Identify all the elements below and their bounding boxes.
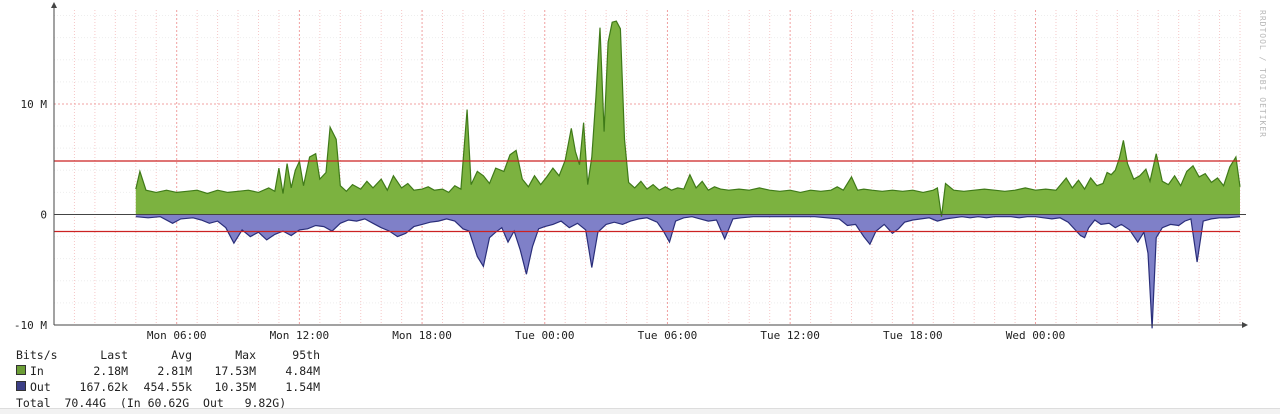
watermark-text: RRDTOOL / TOBI OETIKER xyxy=(1258,10,1267,138)
x-tick-label: Tue 06:00 xyxy=(638,329,698,342)
y-tick-label: 0 xyxy=(40,208,47,221)
in-max-value: 17.53M xyxy=(214,364,256,378)
x-tick-label: Tue 12:00 xyxy=(760,329,820,342)
out-avg-value: 454.55k xyxy=(143,380,192,394)
col-avg-header: Avg xyxy=(171,348,192,362)
legend-in-swatch xyxy=(16,365,26,375)
x-tick-label: Mon 12:00 xyxy=(270,329,330,342)
col-max-header: Max xyxy=(235,348,256,362)
x-tick-label: Wed 00:00 xyxy=(1006,329,1066,342)
col-last-header: Last xyxy=(100,348,128,362)
y-tick-label: 10 M xyxy=(21,98,48,111)
in-last-value: 2.18M xyxy=(93,364,128,378)
y-axis-arrow xyxy=(51,2,57,8)
bottom-border xyxy=(0,408,1280,414)
legend-row-in: In 2.18M 2.81M 17.53M 4.84M xyxy=(16,363,320,379)
y-tick-label: -10 M xyxy=(14,319,47,332)
legend-row-out: Out 167.62k 454.55k 10.35M 1.54M xyxy=(16,379,320,395)
in-95th-value: 4.84M xyxy=(285,364,320,378)
out-last-value: 167.62k xyxy=(79,380,128,394)
legend-out-swatch xyxy=(16,381,26,391)
in-avg-value: 2.81M xyxy=(157,364,192,378)
legend: Bits/s Last Avg Max 95th In 2.18M 2.81M … xyxy=(16,347,320,411)
legend-in-name-cell: In xyxy=(16,363,64,379)
x-tick-label: Mon 18:00 xyxy=(392,329,452,342)
legend-out-name: Out xyxy=(30,380,51,394)
x-tick-label: Mon 06:00 xyxy=(147,329,207,342)
unit-label: Bits/s xyxy=(16,348,58,362)
x-axis-arrow xyxy=(1242,322,1248,328)
series-out-line xyxy=(135,216,1241,329)
traffic-chart: 10 M 0 -10 M Mon 06:00 Mon 12:00 Mon 18:00 Tue… xyxy=(14,2,1248,342)
out-max-value: 10.35M xyxy=(214,380,256,394)
x-tick-label: Tue 00:00 xyxy=(515,329,575,342)
legend-out-name-cell: Out xyxy=(16,379,64,395)
col-95th-header: 95th xyxy=(292,348,320,362)
out-95th-value: 1.54M xyxy=(285,380,320,394)
legend-in-name: In xyxy=(30,364,44,378)
legend-header: Bits/s Last Avg Max 95th xyxy=(16,347,320,363)
x-tick-label: Tue 18:00 xyxy=(883,329,943,342)
